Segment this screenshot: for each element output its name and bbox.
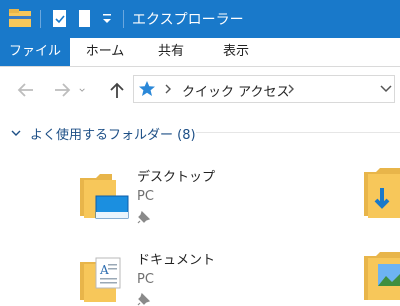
folder-name: ドキュメント <box>137 253 216 268</box>
address-path[interactable]: クイック アクセス <box>182 81 289 100</box>
star-icon <box>139 81 155 96</box>
svg-text:A: A <box>99 263 109 277</box>
tab-share[interactable]: 共有 <box>143 38 199 66</box>
pin-icon[interactable] <box>137 210 151 224</box>
properties-icon[interactable] <box>46 0 72 38</box>
collapse-chevron-icon[interactable] <box>10 127 22 139</box>
quick-access-chevron-icon[interactable] <box>98 0 116 38</box>
pictures-folder-icon[interactable] <box>364 250 400 300</box>
address-bar[interactable]: クイック アクセス <box>133 75 395 103</box>
downloads-folder-icon[interactable] <box>364 166 400 224</box>
folder-tile-desktop[interactable]: デスクトップ PC <box>78 160 328 230</box>
folder-location: PC <box>137 272 154 287</box>
folder-tile-documents[interactable]: A ドキュメント PC <box>78 244 328 306</box>
documents-folder-icon: A <box>80 257 121 302</box>
up-icon[interactable] <box>105 78 129 102</box>
title-bar: エクスプローラー <box>0 0 400 38</box>
pin-icon[interactable] <box>137 292 151 306</box>
back-icon[interactable] <box>14 78 38 102</box>
folder-location: PC <box>137 189 154 204</box>
recent-dropdown-icon[interactable] <box>78 78 92 102</box>
breadcrumb-chevron-icon[interactable] <box>286 76 296 102</box>
new-folder-icon[interactable] <box>73 0 95 38</box>
explorer-icon[interactable] <box>0 0 40 38</box>
title-separator <box>123 10 124 28</box>
desktop-folder-icon <box>80 174 129 219</box>
tab-view[interactable]: 表示 <box>206 38 266 66</box>
address-dropdown-icon[interactable] <box>378 76 394 102</box>
window-title: エクスプローラー <box>132 12 244 28</box>
breadcrumb-chevron-icon[interactable] <box>163 76 173 102</box>
tab-file[interactable]: ファイル <box>0 38 70 66</box>
ribbon-tabs: ファイル ホーム 共有 表示 <box>0 38 400 67</box>
forward-icon[interactable] <box>50 78 74 102</box>
group-divider <box>196 132 400 133</box>
navigation-bar: クイック アクセス <box>0 66 400 114</box>
folder-name: デスクトップ <box>137 170 216 185</box>
frequent-folders-group[interactable]: よく使用するフォルダー (8) <box>0 114 400 150</box>
group-label: よく使用するフォルダー (8) <box>30 128 196 143</box>
tab-home[interactable]: ホーム <box>74 38 136 66</box>
toolbar-separator <box>40 10 41 28</box>
